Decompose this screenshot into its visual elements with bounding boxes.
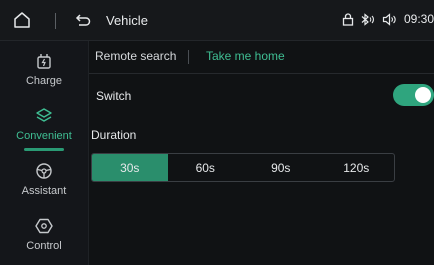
header-divider <box>55 13 56 29</box>
sidebar-item-label: Assistant <box>21 185 67 197</box>
volume-icon <box>382 12 398 26</box>
duration-selector: 30s 60s 90s 120s <box>91 153 395 182</box>
main-content: Remote search Take me home Switch Durati… <box>89 41 434 265</box>
tab-take-me-home[interactable]: Take me home <box>206 49 285 63</box>
page-title: Vehicle <box>106 13 148 28</box>
tab-bar: Remote search Take me home <box>89 41 434 74</box>
charge-icon <box>34 51 54 71</box>
convenient-icon <box>34 106 54 126</box>
duration-option-120s[interactable]: 120s <box>319 154 395 181</box>
toggle-knob <box>415 87 431 103</box>
active-indicator <box>24 148 64 151</box>
tab-remote-search[interactable]: Remote search <box>95 49 176 63</box>
duration-option-30s[interactable]: 30s <box>92 154 168 181</box>
clock-time: 09:30 <box>403 12 434 26</box>
sidebar-item-label: Convenient <box>16 130 72 142</box>
sidebar-item-control[interactable]: Control <box>0 210 88 265</box>
status-icons: 09:30 <box>342 12 434 26</box>
home-icon[interactable] <box>12 10 32 30</box>
switch-toggle[interactable] <box>393 84 434 106</box>
sidebar-item-assistant[interactable]: Assistant <box>0 155 88 210</box>
sidebar: Charge Convenient Assistant Control <box>0 41 89 265</box>
lock-icon <box>342 12 354 26</box>
sidebar-item-convenient[interactable]: Convenient <box>0 100 88 155</box>
switch-label: Switch <box>96 89 132 103</box>
control-icon <box>34 216 54 236</box>
back-icon[interactable] <box>74 11 92 29</box>
duration-option-90s[interactable]: 90s <box>243 154 319 181</box>
sidebar-item-charge[interactable]: Charge <box>0 45 88 100</box>
sidebar-item-label: Control <box>26 240 62 252</box>
status-bar: Vehicle 09:30 <box>0 0 434 41</box>
duration-option-60s[interactable]: 60s <box>168 154 244 181</box>
sidebar-item-label: Charge <box>25 75 63 87</box>
tab-divider <box>188 50 189 64</box>
steering-wheel-icon <box>34 161 54 181</box>
duration-label: Duration <box>91 128 137 142</box>
bluetooth-icon <box>360 12 376 26</box>
